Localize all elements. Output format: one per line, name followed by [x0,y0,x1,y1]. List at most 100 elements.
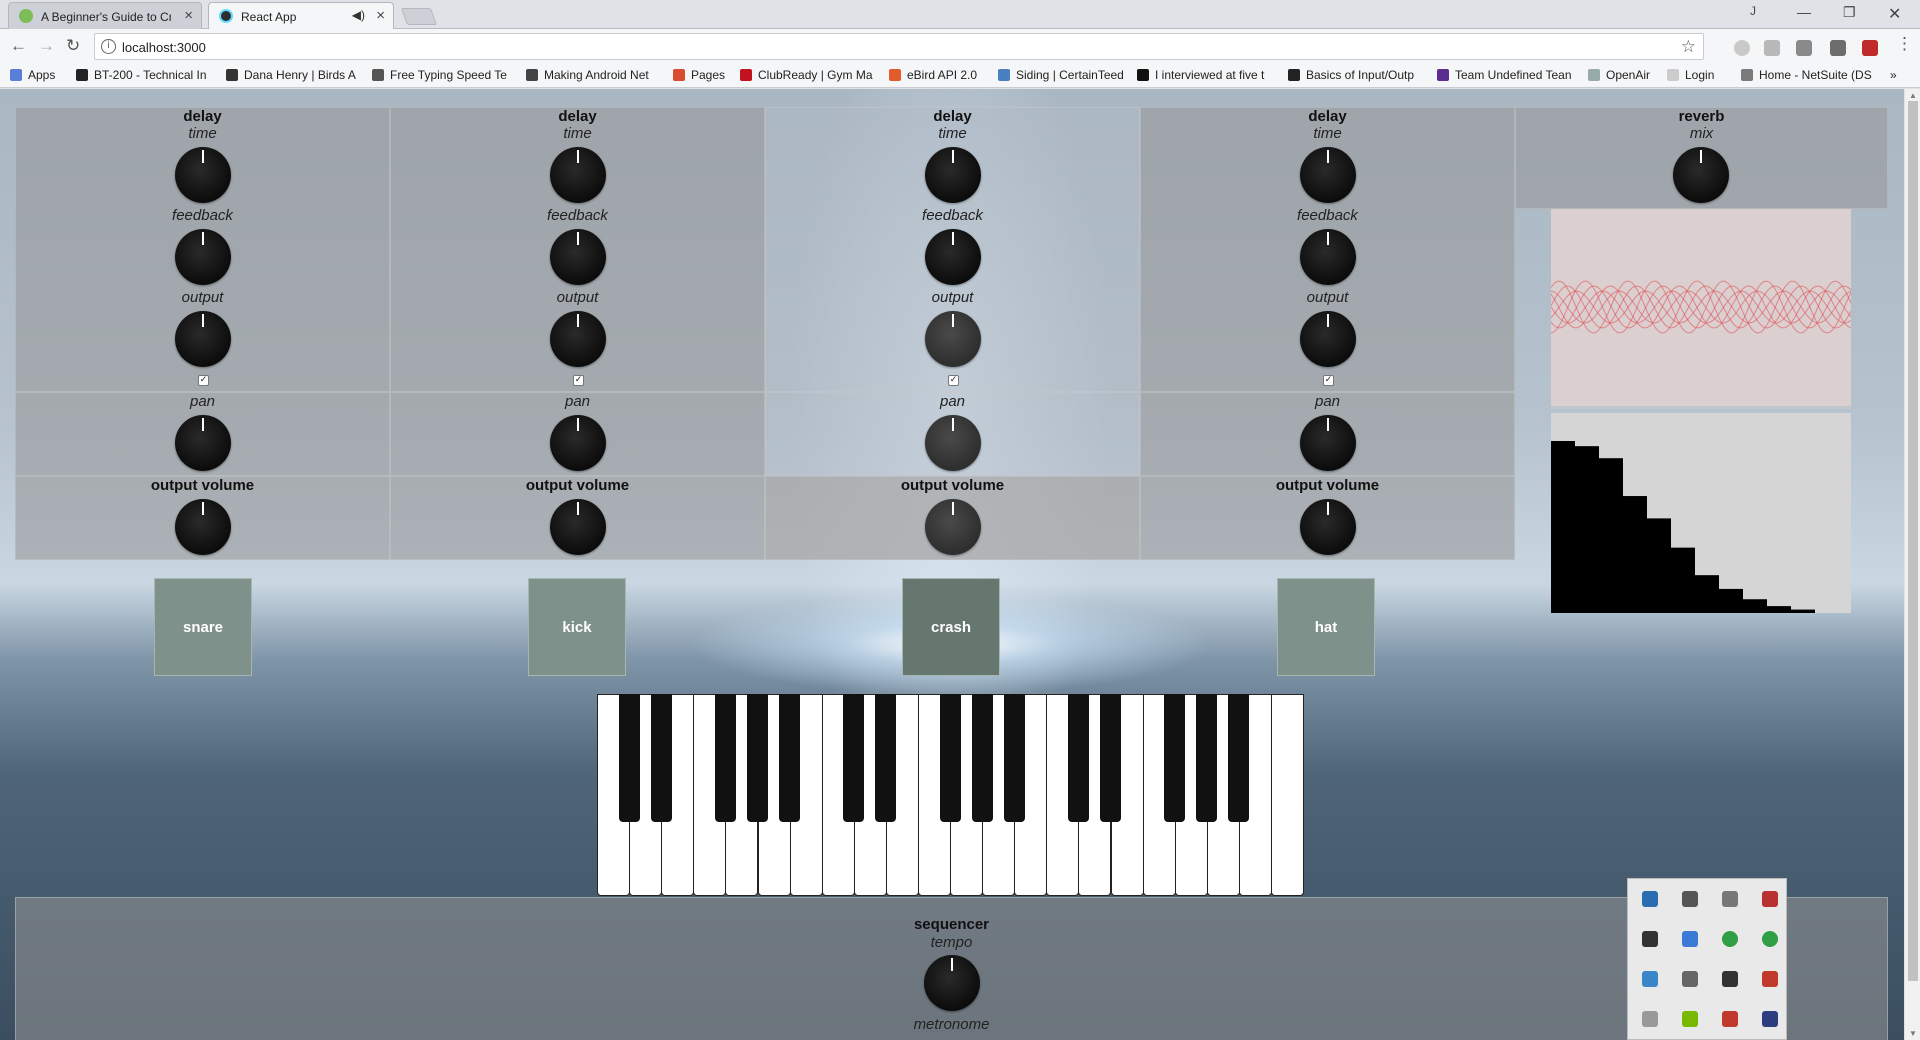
bookmark-item[interactable]: Dana Henry | Birds A [226,68,356,82]
delay-feedback-knob[interactable] [925,229,981,285]
user-profile-icon[interactable]: J [1750,4,1756,18]
crash-pad-button[interactable]: crash [902,578,1000,676]
pan-knob[interactable] [1300,415,1356,471]
delay-time-knob[interactable] [1300,147,1356,203]
tempo-knob[interactable] [924,955,980,1011]
output-volume-knob[interactable] [175,499,231,555]
piano-black-key[interactable] [1100,694,1121,822]
bug-icon[interactable] [1722,1011,1738,1027]
app-icon[interactable] [1762,891,1778,907]
red-extension-icon[interactable] [1862,40,1878,56]
cast-icon[interactable] [1796,40,1812,56]
delay-time-knob[interactable] [550,147,606,203]
address-bar[interactable]: i localhost:3000 ☆ [94,33,1704,60]
usb-icon[interactable] [1682,971,1698,987]
nvidia-icon[interactable] [1682,1011,1698,1027]
piano-black-key[interactable] [1228,694,1250,822]
bookmark-item[interactable]: Team Undefined Tean [1437,68,1572,82]
site-info-icon[interactable]: i [101,39,116,54]
minimize-icon[interactable]: — [1797,4,1811,20]
bookmark-item[interactable]: BT-200 - Technical In [76,68,207,82]
piano-black-key[interactable] [618,694,640,822]
drive-icon[interactable] [1682,931,1698,947]
close-icon[interactable]: × [376,7,385,24]
tab-react-app[interactable]: React App ◀) × [208,2,394,30]
delay-enable-checkbox[interactable]: ✓ [573,375,584,386]
display-icon[interactable] [1762,1011,1778,1027]
bookmark-item[interactable]: Pages [673,68,725,82]
chat-extension-icon[interactable] [1830,40,1846,56]
delay-output-knob[interactable] [550,311,606,367]
pan-knob[interactable] [925,415,981,471]
url-text[interactable]: localhost:3000 [122,40,206,55]
delay-feedback-knob[interactable] [550,229,606,285]
hat-pad-button[interactable]: hat [1277,578,1375,676]
scroll-up-icon[interactable]: ▲ [1909,91,1917,100]
output-volume-knob[interactable] [925,499,981,555]
output-volume-knob[interactable] [1300,499,1356,555]
reverb-mix-knob[interactable] [1673,147,1729,203]
bookmark-item[interactable]: Login [1667,68,1714,82]
delay-enable-checkbox[interactable]: ✓ [1323,375,1334,386]
new-tab-button[interactable] [400,8,438,25]
scroll-down-icon[interactable]: ▼ [1909,1029,1917,1038]
bookmark-item[interactable]: eBird API 2.0 [889,68,977,82]
bookmark-item[interactable]: Siding | CertainTeed [998,68,1124,82]
piano-black-key[interactable] [779,694,800,822]
network-icon[interactable] [1642,971,1658,987]
gauge-icon[interactable] [1762,971,1778,987]
piano-black-key[interactable] [843,694,865,822]
delay-feedback-knob[interactable] [1300,229,1356,285]
delay-output-knob[interactable] [925,311,981,367]
check-icon[interactable] [1762,931,1778,947]
snare-pad-button[interactable]: snare [154,578,252,676]
piano-black-key[interactable] [714,694,736,822]
forward-arrow-icon[interactable]: → [38,36,55,56]
bookmark-item[interactable]: ClubReady | Gym Ma [740,68,873,82]
delay-time-knob[interactable] [925,147,981,203]
back-arrow-icon[interactable]: ← [10,36,27,56]
menu-icon[interactable]: ⋮ [1896,34,1913,54]
piano-black-key[interactable] [1164,694,1186,822]
steam-icon[interactable] [1642,891,1658,907]
bookmark-apps[interactable]: Apps [10,68,55,82]
tab-beginners-guide[interactable]: A Beginner's Guide to Cr × [8,2,202,29]
window-close-icon[interactable]: ✕ [1888,4,1901,24]
page-scrollbar[interactable]: ▲ ▼ [1904,89,1920,1040]
piano-black-key[interactable] [650,694,672,822]
delay-output-knob[interactable] [1300,311,1356,367]
extension-icon[interactable] [1764,40,1780,56]
piano-black-key[interactable] [1067,694,1089,822]
piano-black-key[interactable] [1196,694,1218,822]
delay-enable-checkbox[interactable]: ✓ [948,375,959,386]
close-icon[interactable]: × [184,7,193,24]
piano-black-key[interactable] [875,694,897,822]
headset-icon[interactable] [1722,891,1738,907]
speaker-icon[interactable]: ◀) [352,8,365,22]
delay-output-knob[interactable] [175,311,231,367]
window-icon[interactable] [1682,891,1698,907]
bookmark-item[interactable]: I interviewed at five t [1137,68,1264,82]
cloud-extension-icon[interactable] [1734,40,1750,56]
bookmarks-overflow-icon[interactable]: » [1890,68,1897,82]
bookmark-star-icon[interactable]: ☆ [1681,37,1696,57]
piano-black-key[interactable] [1003,694,1025,822]
reload-icon[interactable]: ↻ [66,36,80,56]
kick-pad-button[interactable]: kick [528,578,626,676]
delay-enable-checkbox[interactable]: ✓ [198,375,209,386]
pan-knob[interactable] [175,415,231,471]
scrollbar-thumb[interactable] [1908,101,1918,981]
bookmark-item[interactable]: OpenAir [1588,68,1650,82]
delay-time-knob[interactable] [175,147,231,203]
output-volume-knob[interactable] [550,499,606,555]
piano-black-key[interactable] [747,694,768,822]
bookmark-item[interactable]: Free Typing Speed Te [372,68,507,82]
shield-icon[interactable] [1722,971,1738,987]
piano-black-key[interactable] [939,694,961,822]
piano-black-key[interactable] [971,694,993,822]
delay-feedback-knob[interactable] [175,229,231,285]
bookmark-item[interactable]: Home - NetSuite (DS [1741,68,1872,82]
bookmark-item[interactable]: Basics of Input/Outp [1288,68,1414,82]
restore-icon[interactable]: ❐ [1843,4,1856,21]
check-icon[interactable] [1722,931,1738,947]
